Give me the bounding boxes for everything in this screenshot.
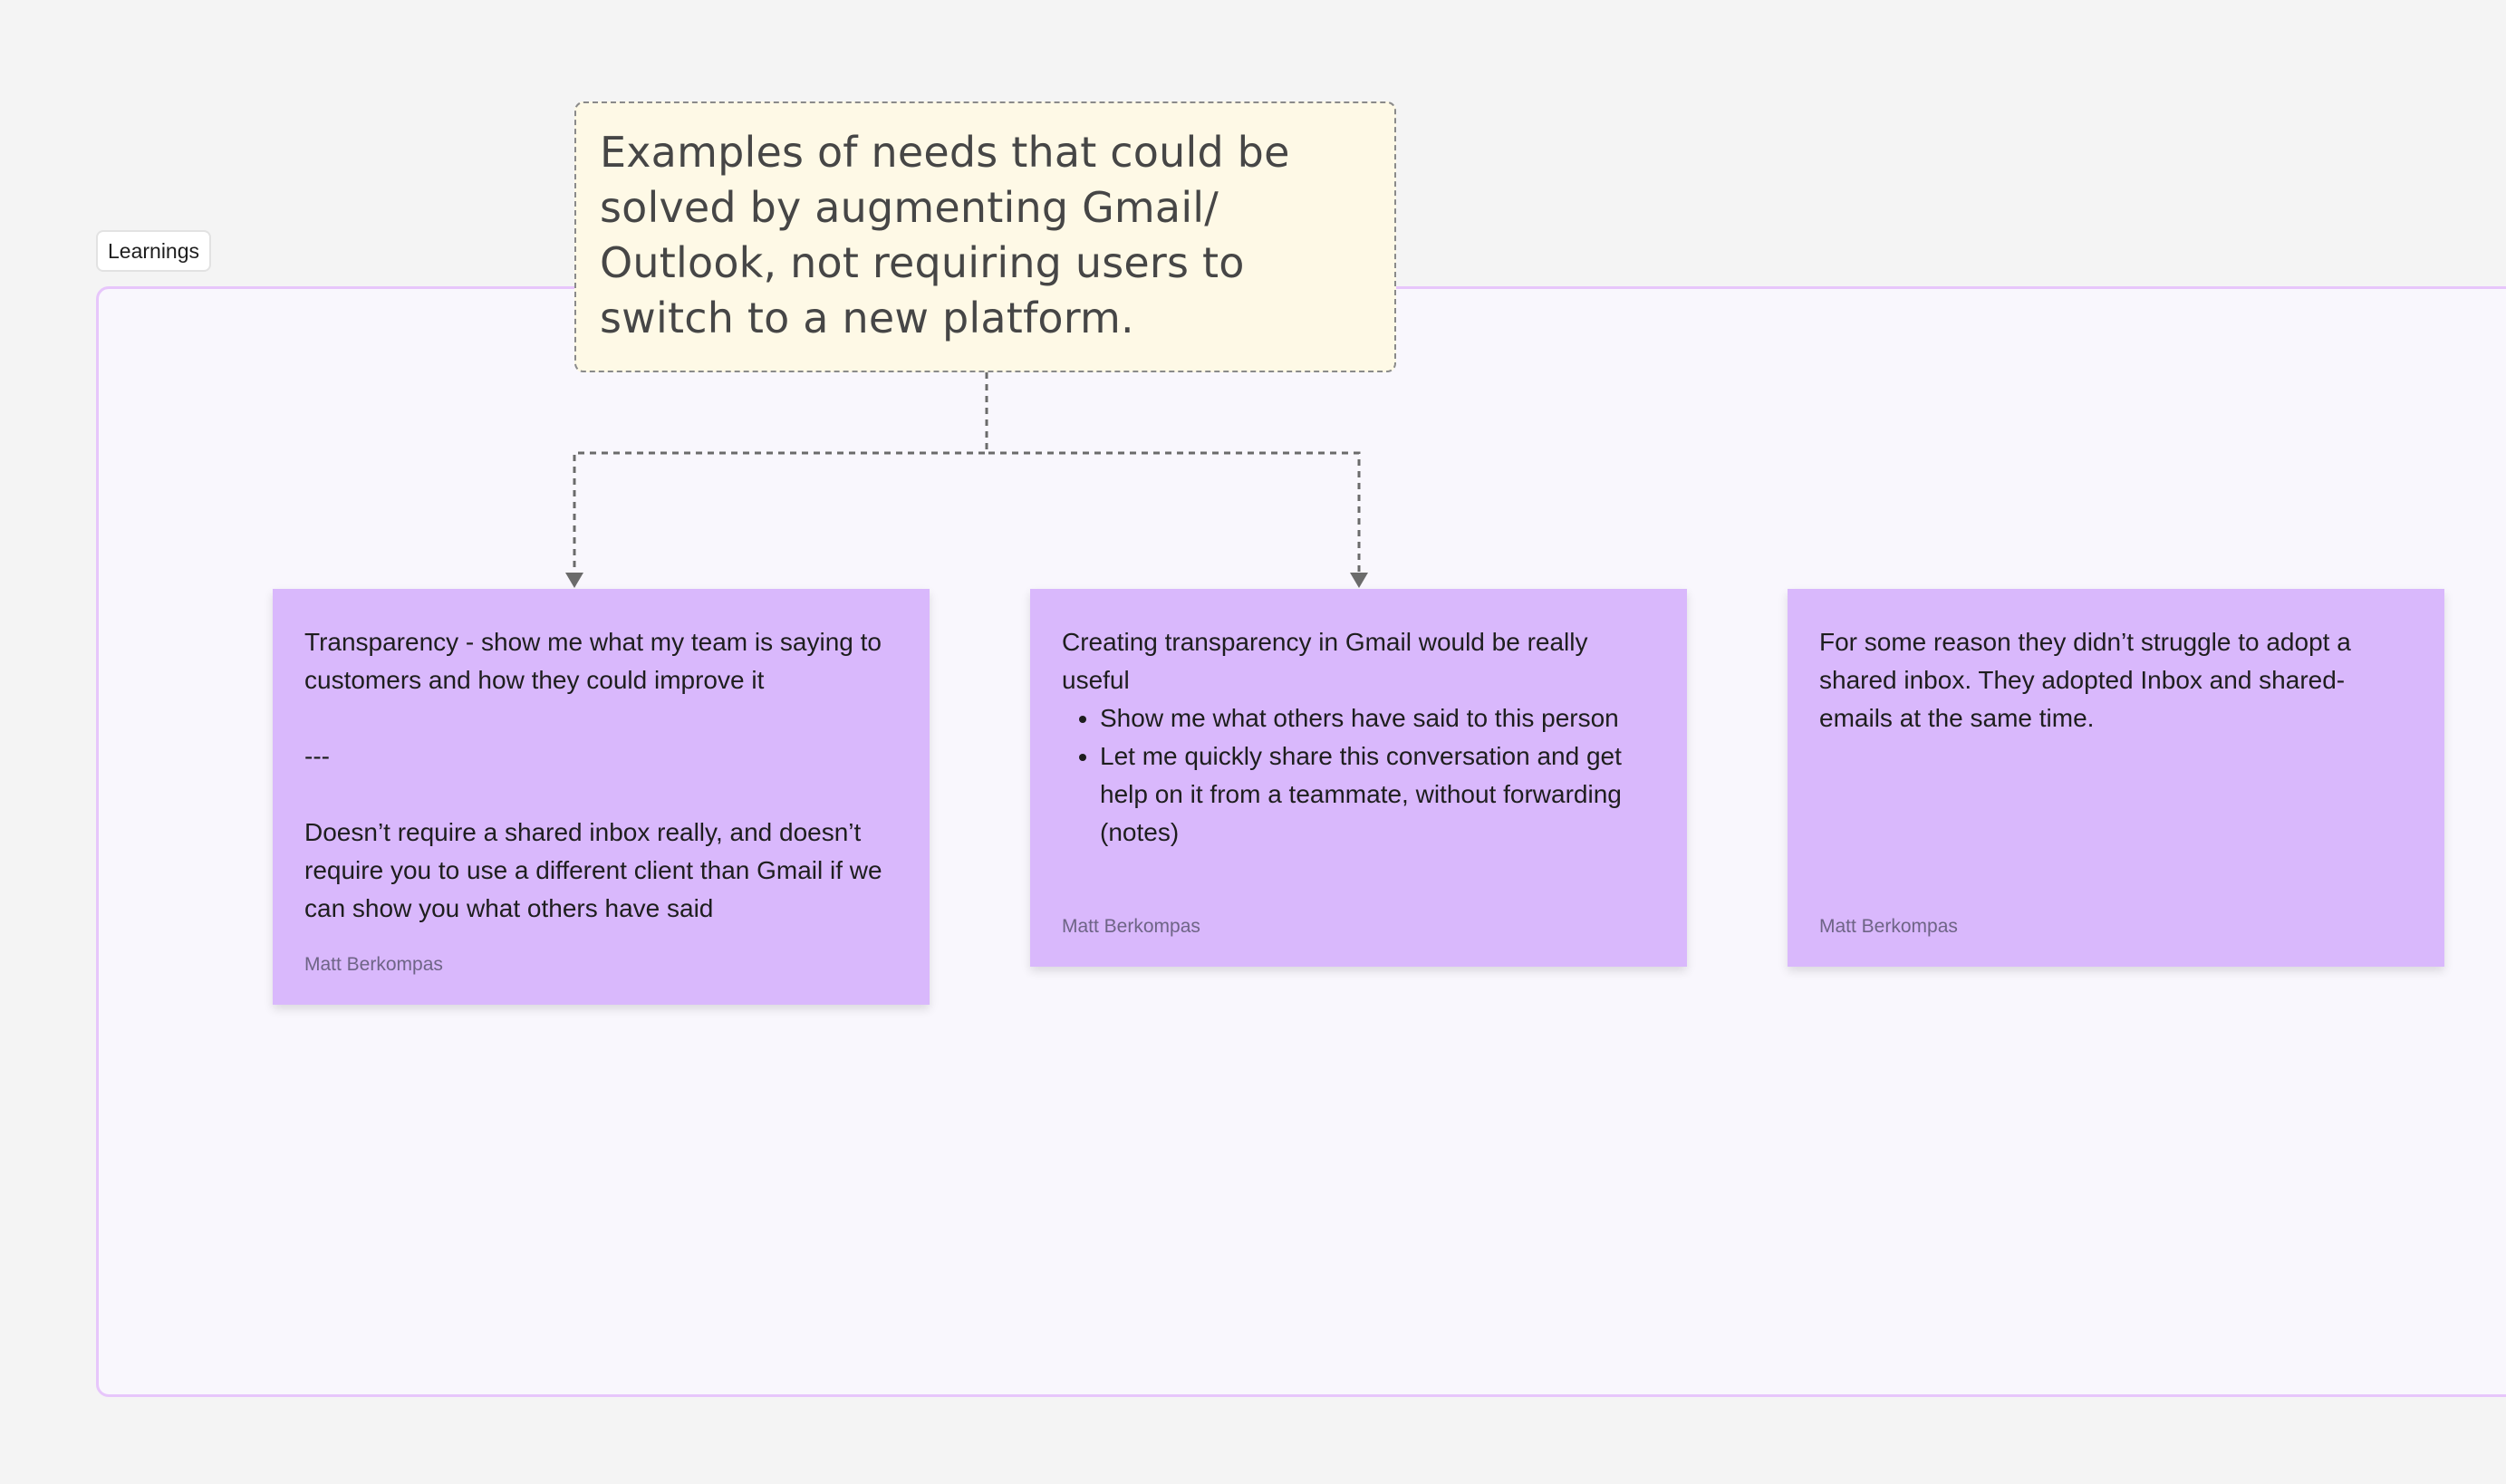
sticky-note-divider: --- xyxy=(304,742,330,770)
sticky-note-text: Creating transparency in Gmail would be … xyxy=(1062,628,1588,694)
sticky-note-text: Doesn’t require a shared inbox really, a… xyxy=(304,818,882,922)
sticky-note-text: For some reason they didn’t struggle to … xyxy=(1819,628,2351,732)
header-text: Examples of needs that could be solved b… xyxy=(600,128,1290,342)
sticky-note-author: Matt Berkompas xyxy=(1062,916,1200,937)
sticky-note-bullet: Let me quickly share this conversation a… xyxy=(1100,737,1655,852)
sticky-note-bullet: Show me what others have said to this pe… xyxy=(1100,699,1655,737)
sticky-note-author: Matt Berkompas xyxy=(1819,916,1958,937)
sticky-note-gmail-transparency[interactable]: Creating transparency in Gmail would be … xyxy=(1030,589,1687,967)
sticky-note-text: Transparency - show me what my team is s… xyxy=(304,628,882,694)
sticky-note-author: Matt Berkompas xyxy=(304,954,443,975)
sticky-note-bullet-list: Show me what others have said to this pe… xyxy=(1062,699,1655,852)
header-text-card[interactable]: Examples of needs that could be solved b… xyxy=(574,101,1396,372)
sticky-note-shared-inbox[interactable]: For some reason they didn’t struggle to … xyxy=(1788,589,2444,967)
sticky-note-transparency[interactable]: Transparency - show me what my team is s… xyxy=(273,589,930,1005)
section-label[interactable]: Learnings xyxy=(96,230,212,272)
